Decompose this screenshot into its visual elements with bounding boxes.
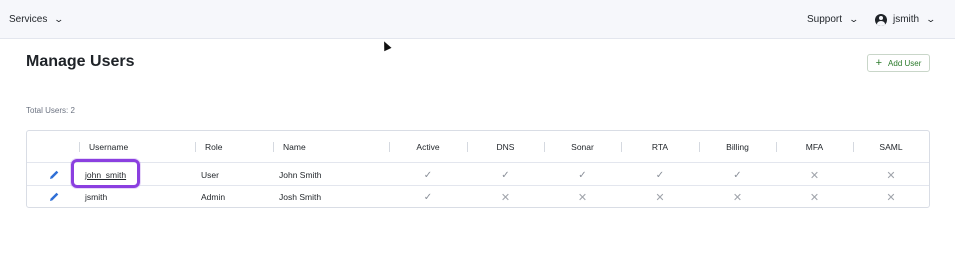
billing-cell: ✕ [732, 191, 743, 204]
column-header-rta[interactable]: RTA [621, 131, 699, 163]
user-menu[interactable]: jsmith ⌄ [875, 0, 937, 39]
column-separator [195, 142, 196, 152]
page-title: Manage Users [26, 53, 135, 70]
column-header-sonar[interactable]: Sonar [544, 131, 621, 163]
user-menu-label: jsmith [893, 14, 920, 25]
services-menu[interactable]: Services ⌄ [9, 0, 65, 39]
column-separator [273, 142, 274, 152]
services-label: Services [9, 14, 48, 25]
username-cell: jsmith [85, 192, 108, 202]
active-cell: ✓ [423, 169, 433, 181]
table-row: jsmith Admin Josh Smith ✓ ✕ ✕ ✕ ✕ ✕ ✕ [27, 186, 929, 208]
sonar-cell: ✕ [577, 191, 588, 204]
column-header-saml[interactable]: SAML [853, 131, 929, 163]
mfa-cell: ✕ [809, 191, 820, 204]
mfa-cell: ✕ [809, 169, 820, 182]
column-header-active[interactable]: Active [389, 131, 467, 163]
support-label: Support [807, 14, 843, 25]
chevron-down-icon: ⌄ [925, 14, 937, 24]
users-table: Username Role Name Active DNS Sonar RTA … [26, 130, 930, 208]
username-cell[interactable]: john_smith [85, 164, 126, 186]
top-navbar: Services ⌄ Support ⌄ jsmith ⌄ [0, 0, 955, 39]
total-users-count: Total Users: 2 [26, 106, 75, 115]
saml-cell: ✕ [886, 169, 896, 182]
sonar-cell: ✓ [578, 169, 587, 181]
support-menu[interactable]: Support ⌄ [807, 0, 860, 39]
pencil-icon[interactable] [47, 190, 61, 204]
active-cell: ✓ [423, 191, 433, 203]
table-header: Username Role Name Active DNS Sonar RTA … [27, 131, 929, 163]
column-separator [79, 142, 80, 152]
rta-cell: ✓ [655, 169, 665, 181]
billing-cell: ✓ [733, 169, 742, 181]
column-header-dns[interactable]: DNS [467, 131, 544, 163]
mouse-cursor [380, 39, 392, 52]
chevron-down-icon: ⌄ [53, 14, 65, 24]
column-header-username[interactable]: Username [89, 131, 128, 163]
column-header-role[interactable]: Role [205, 131, 222, 163]
add-user-button[interactable]: + Add User [867, 54, 930, 72]
table-row: john_smith User John Smith ✓ ✓ ✓ ✓ ✓ ✕ ✕ [27, 164, 929, 186]
role-cell: Admin [201, 192, 226, 202]
chevron-down-icon: ⌄ [848, 14, 860, 24]
rta-cell: ✕ [655, 191, 665, 204]
role-cell: User [201, 170, 219, 180]
name-cell: Josh Smith [279, 192, 322, 202]
dns-cell: ✕ [500, 191, 511, 204]
name-cell: John Smith [279, 170, 322, 180]
saml-cell: ✕ [886, 191, 896, 204]
user-circle-icon [875, 13, 887, 26]
plus-icon: + [875, 57, 883, 69]
column-header-mfa[interactable]: MFA [776, 131, 853, 163]
add-user-label: Add User [888, 58, 922, 68]
column-header-name[interactable]: Name [283, 131, 306, 163]
pencil-icon[interactable] [47, 168, 61, 182]
column-header-billing[interactable]: Billing [699, 131, 776, 163]
username-link[interactable]: john_smith [85, 170, 126, 180]
dns-cell: ✓ [501, 169, 510, 181]
